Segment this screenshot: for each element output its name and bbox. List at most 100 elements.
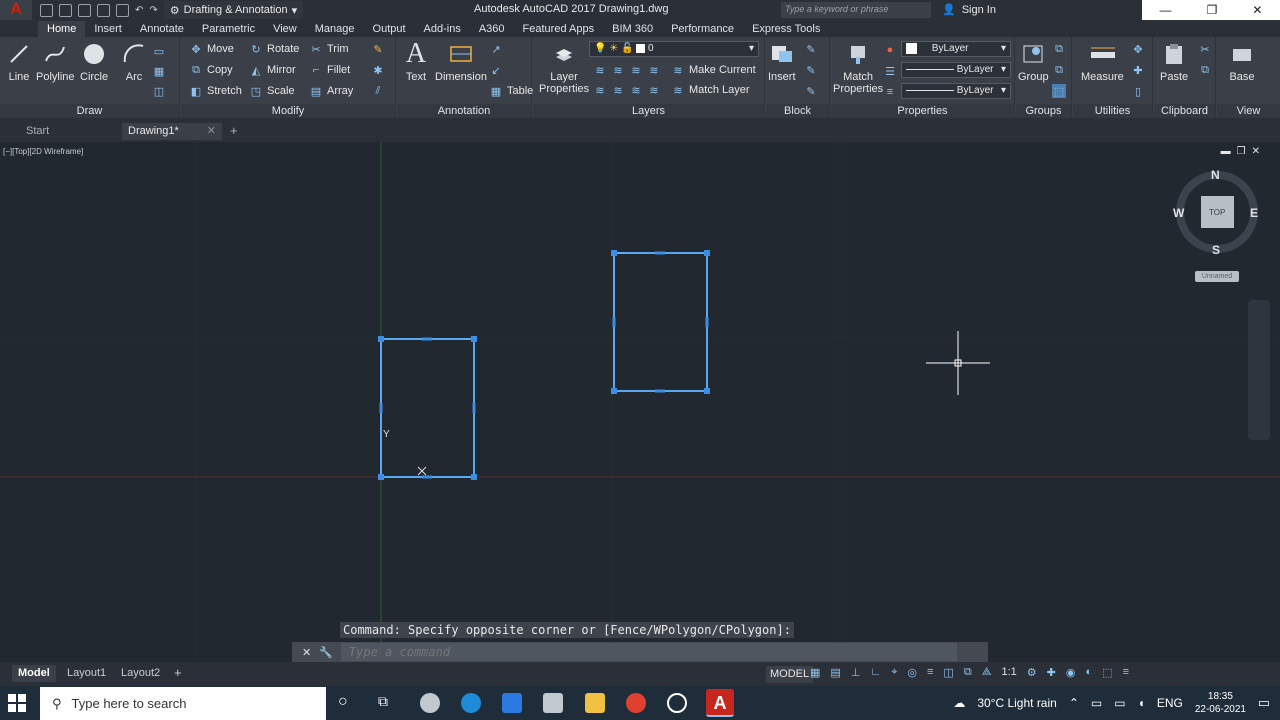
customize-icon[interactable]: 🔧 — [319, 646, 333, 659]
create-block-icon[interactable]: ✎ — [804, 41, 818, 57]
open-file-icon[interactable] — [59, 3, 72, 17]
layer-lock-icon[interactable]: ≋ — [647, 63, 661, 77]
layer-freeze-icon[interactable]: ≋ — [629, 63, 643, 77]
snap-icon[interactable]: ▤ — [830, 666, 840, 679]
polyline-button[interactable]: Polyline — [36, 41, 75, 83]
workspace-switcher[interactable]: ⚙ Drafting & Annotation ▾ — [163, 1, 304, 19]
tab-view[interactable]: View — [264, 21, 306, 37]
layer-on-icon[interactable]: ≋ — [593, 83, 607, 97]
language-indicator[interactable]: ENG — [1157, 696, 1183, 710]
new-tab-icon[interactable]: + — [230, 123, 244, 138]
restore-icon[interactable]: ❐ — [1207, 3, 1218, 17]
text-button[interactable]: A Text — [403, 38, 429, 83]
fillet-button[interactable]: ⌐ Fillet — [309, 62, 350, 78]
paste-button[interactable]: Paste — [1160, 41, 1188, 83]
word-icon[interactable] — [502, 693, 522, 713]
navigation-bar[interactable] — [1248, 300, 1270, 440]
properties-panel-title[interactable]: Properties — [831, 104, 1014, 118]
tab-insert[interactable]: Insert — [85, 21, 131, 37]
clock[interactable]: 18:35 22-06-2021 — [1195, 690, 1246, 716]
table-button[interactable]: ▦ Table — [489, 83, 534, 99]
tab-layout2[interactable]: Layout2 — [115, 665, 166, 682]
weather-icon[interactable]: ☁ — [953, 696, 965, 710]
task-view-icon[interactable]: ⧉ — [378, 693, 398, 713]
plot-icon[interactable] — [116, 3, 129, 17]
copy-clip-icon[interactable]: ⧉ — [1198, 62, 1212, 78]
notifications-icon[interactable]: ▭ — [1258, 695, 1270, 711]
tab-output[interactable]: Output — [364, 21, 415, 37]
rotate-button[interactable]: ↻ Rotate — [249, 41, 299, 57]
tab-model[interactable]: Model — [12, 665, 56, 682]
volume-icon[interactable]: ◖ — [1138, 696, 1145, 710]
command-input[interactable] — [340, 643, 957, 661]
autocad-taskbar-icon[interactable]: A — [706, 689, 734, 717]
viewport-window-controls[interactable]: ▬❐✕ — [1221, 146, 1266, 157]
group-edit-icon[interactable]: ⧉ — [1052, 62, 1066, 78]
hatch-icon[interactable]: ▦ — [152, 63, 166, 79]
color-dropdown[interactable]: ByLayer ▾ — [901, 41, 1011, 57]
hardware-accel-icon[interactable]: ◉ — [1066, 666, 1076, 679]
tab-performance[interactable]: Performance — [662, 21, 743, 37]
lineweight-dropdown[interactable]: ByLayer ▾ — [901, 83, 1011, 99]
tab-featured-apps[interactable]: Featured Apps — [514, 21, 604, 37]
tab-start[interactable]: Start — [0, 123, 120, 140]
group-selection-icon[interactable]: ⬚ — [1052, 83, 1066, 99]
block-panel-title[interactable]: Block — [766, 104, 829, 118]
dimension-button[interactable]: Dimension — [435, 41, 487, 83]
ungroup-icon[interactable]: ⧉ — [1052, 41, 1066, 57]
selection-cycling-icon[interactable]: ⧉ — [964, 666, 972, 679]
arc-button[interactable]: Arc — [121, 41, 147, 83]
viewcube-east[interactable]: E — [1250, 206, 1258, 220]
insert-block-button[interactable]: Insert — [768, 41, 796, 83]
viewcube-west[interactable]: W — [1173, 206, 1184, 220]
measure-button[interactable]: Measure — [1081, 41, 1124, 83]
help-search-input[interactable]: Type a keyword or phrase — [781, 2, 931, 18]
network-icon[interactable]: ▭ — [1091, 696, 1102, 710]
sign-in-button[interactable]: 👤 Sign In — [942, 3, 996, 17]
layer-isolate-icon[interactable]: ≋ — [611, 63, 625, 77]
application-menu-button[interactable]: A — [0, 0, 32, 20]
tab-layout1[interactable]: Layout1 — [61, 665, 112, 682]
app-icon-1[interactable] — [420, 693, 440, 713]
cut-icon[interactable]: ✂ — [1198, 41, 1212, 57]
view-panel-title[interactable]: View — [1217, 104, 1280, 118]
file-explorer-icon[interactable] — [585, 693, 605, 713]
object-snap-icon[interactable]: ◎ — [907, 666, 917, 679]
layer-unisolate-icon[interactable]: ≋ — [611, 83, 625, 97]
app-icon-2[interactable] — [667, 693, 687, 713]
customize-status-icon[interactable]: ≡ — [1123, 666, 1129, 679]
show-hidden-icons[interactable]: ⌃ — [1069, 696, 1079, 710]
drawing-canvas[interactable]: [−][Top][2D Wireframe] ▬❐✕ Y N S E W TOP… — [0, 142, 1280, 661]
edit-block-icon[interactable]: ✎ — [804, 62, 818, 78]
isodraft-icon[interactable]: ⌖ — [891, 666, 897, 679]
calculator-app-icon[interactable] — [543, 693, 563, 713]
multileader-icon[interactable]: ↙ — [489, 62, 503, 78]
transparency-icon[interactable]: ◫ — [943, 666, 953, 679]
lineweight-toggle-icon[interactable]: ≡ — [927, 666, 933, 679]
weather-text[interactable]: 30°C Light rain — [977, 696, 1057, 710]
grid-icon[interactable]: ▦ — [810, 666, 820, 679]
move-button[interactable]: ✥ Move — [189, 41, 234, 57]
clean-screen-icon[interactable]: ⬚ — [1102, 666, 1112, 679]
workspace-gear-icon[interactable]: ⚙ — [1027, 666, 1037, 679]
match-properties-button[interactable]: Match Properties — [833, 41, 883, 95]
boundary-icon[interactable]: ◫ — [152, 83, 166, 99]
layer-properties-button[interactable]: Layer Properties — [539, 41, 589, 95]
explode-icon[interactable]: ✱ — [371, 62, 385, 78]
edit-attributes-icon[interactable]: ✎ — [804, 83, 818, 99]
save-icon[interactable] — [78, 3, 91, 17]
groups-panel-title[interactable]: Groups — [1016, 104, 1071, 118]
viewport-controls-label[interactable]: [−][Top][2D Wireframe] — [3, 147, 83, 156]
rectangle-icon[interactable]: ▭ — [152, 43, 166, 59]
line-button[interactable]: Line — [6, 41, 32, 83]
tab-parametric[interactable]: Parametric — [193, 21, 264, 37]
close-icon[interactable]: ✕ — [1252, 3, 1262, 17]
model-space-button[interactable]: MODEL — [766, 666, 814, 683]
copy-button[interactable]: ⧉ Copy — [189, 62, 233, 78]
new-file-icon[interactable] — [40, 3, 53, 17]
save-as-icon[interactable] — [97, 3, 110, 17]
taskbar-search[interactable]: ⚲ Type here to search — [40, 687, 326, 720]
circle-button[interactable]: Circle — [80, 41, 108, 83]
tab-annotate[interactable]: Annotate — [131, 21, 193, 37]
viewcube-top-face[interactable]: TOP — [1209, 208, 1225, 217]
